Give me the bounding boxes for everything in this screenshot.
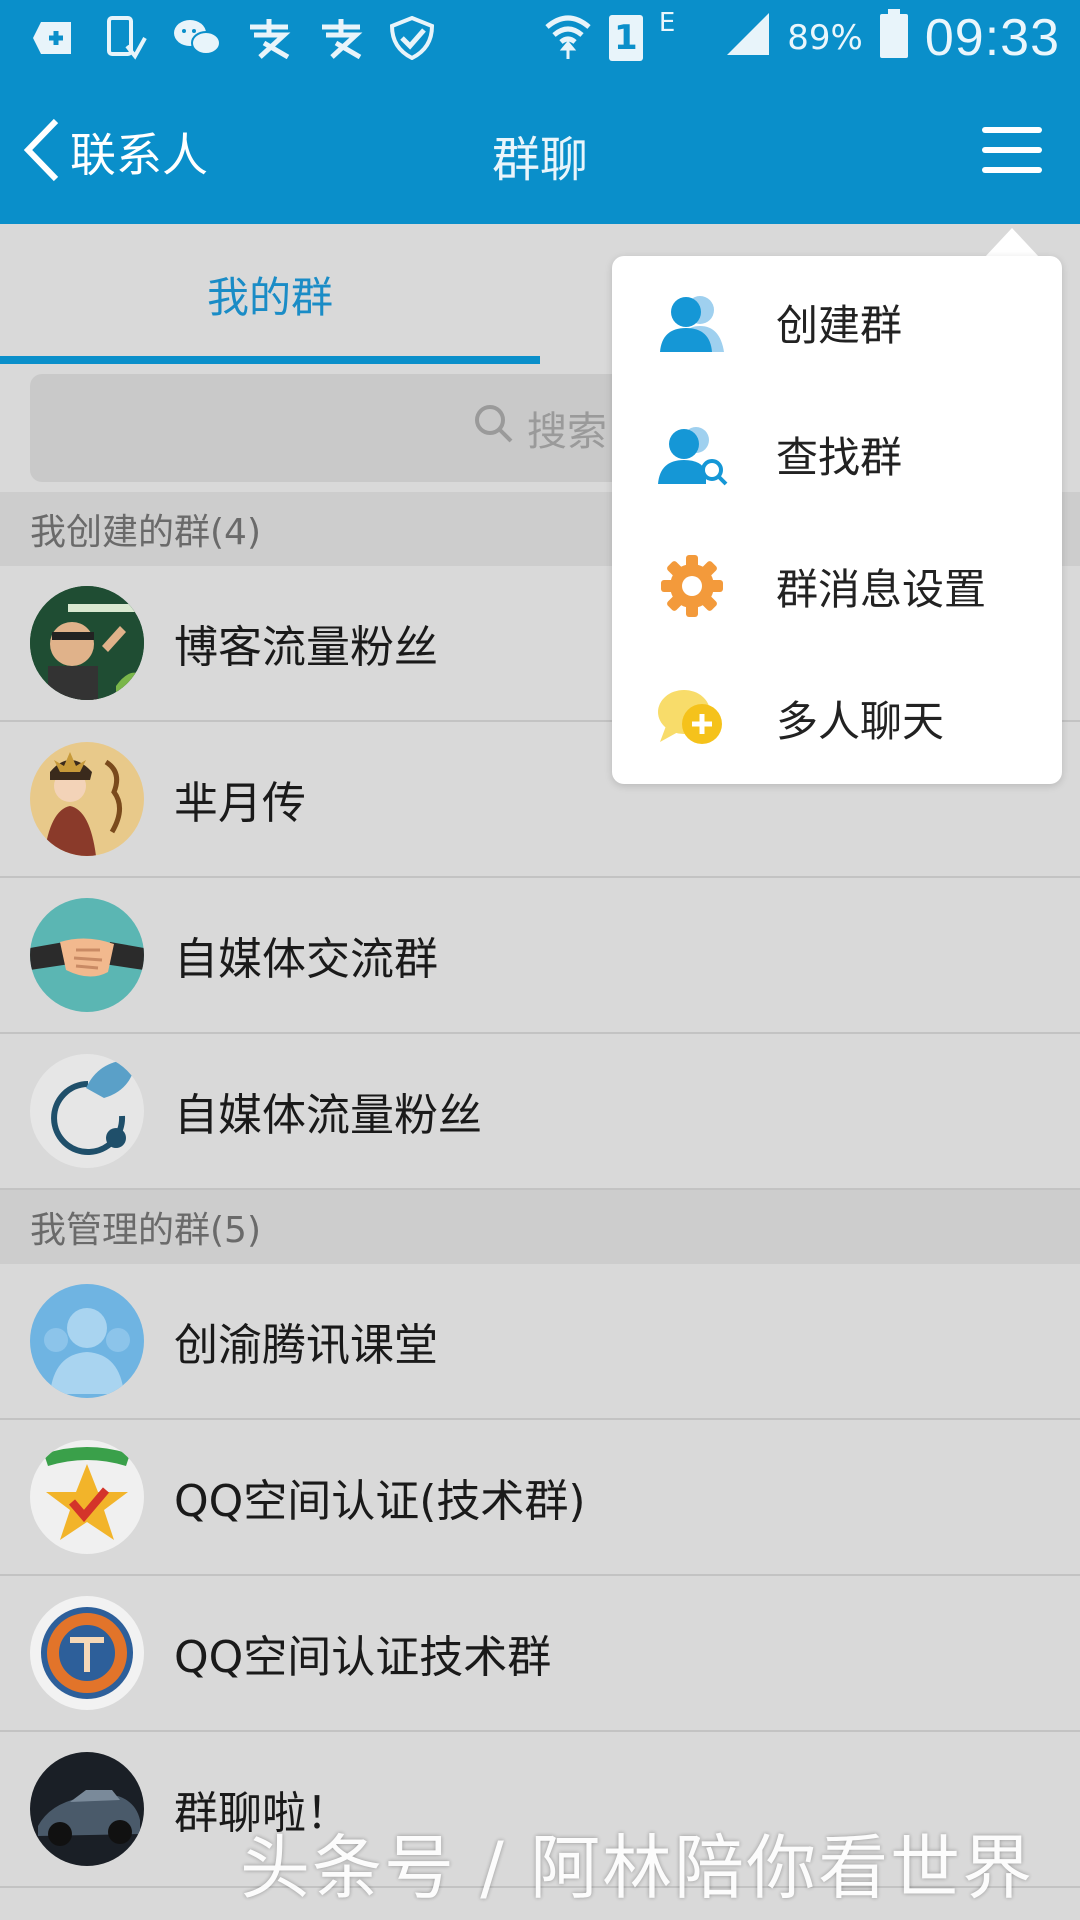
menu-item-find-group[interactable]: 查找群: [612, 388, 1062, 520]
battery-icon: [879, 8, 909, 68]
menu-item-create-group[interactable]: 创建群: [612, 256, 1062, 388]
menu-item-multi-chat[interactable]: 多人聊天: [612, 652, 1062, 784]
tab-my-groups[interactable]: 我的群: [0, 224, 540, 364]
group-name: 创渝腾讯课堂: [174, 1320, 438, 1371]
section-header-managed: 我管理的群(5): [0, 1190, 1080, 1264]
app-header: 联系人 群聊: [0, 76, 1080, 224]
dropdown-arrow: [984, 228, 1040, 258]
sim-icon: 1: [608, 15, 643, 61]
avatar: [30, 742, 144, 856]
list-item[interactable]: 自媒体交流群: [0, 878, 1080, 1034]
gear-icon: [656, 550, 728, 622]
menu-button[interactable]: [980, 120, 1044, 184]
menu-label: 群消息设置: [776, 564, 987, 614]
search-placeholder: 搜索: [527, 409, 607, 455]
list-item[interactable]: 创渝腾讯课堂: [0, 1264, 1080, 1420]
group-name: 芈月传: [174, 778, 306, 829]
avatar: [30, 1752, 144, 1866]
list-item[interactable]: QQ空间认证(技术群): [0, 1420, 1080, 1576]
group-name: 博客流量粉丝: [174, 622, 438, 673]
search-icon: [473, 403, 513, 453]
section-title: 我管理的群(5): [30, 1210, 261, 1251]
search-group-icon: [656, 418, 728, 490]
status-bar: 1 E 89% 09:33: [0, 0, 1080, 76]
menu-label: 创建群: [776, 300, 903, 350]
avatar: [30, 1596, 144, 1710]
menu-label: 查找群: [776, 432, 903, 482]
avatar: [30, 1284, 144, 1398]
network-type: E: [658, 8, 676, 38]
group-name: QQ空间认证(技术群): [174, 1476, 586, 1527]
shield-check-icon: [388, 16, 438, 60]
tab-indicator: [0, 356, 540, 364]
wechat-icon: [172, 16, 222, 60]
section-title: 我创建的群(4): [30, 512, 261, 553]
signal-icon: [725, 11, 771, 66]
notification-phone-icon: [100, 16, 150, 60]
avatar: [30, 1440, 144, 1554]
alipay-icon-2: [316, 16, 366, 60]
add-box-icon: [28, 16, 78, 60]
wifi-icon: [543, 9, 593, 68]
clock: 09:33: [924, 9, 1060, 67]
avatar: [30, 1054, 144, 1168]
tab-label: 我的群: [206, 272, 333, 322]
list-item[interactable]: 自媒体流量粉丝: [0, 1034, 1080, 1190]
menu-item-group-message-settings[interactable]: 群消息设置: [612, 520, 1062, 652]
multi-chat-icon: [656, 682, 728, 754]
group-name: 自媒体交流群: [174, 934, 438, 985]
alipay-icon: [244, 16, 294, 60]
watermark: 头条号 / 阿林陪你看世界: [240, 1827, 1035, 1909]
group-actions-menu: 创建群 查找群 群消息设置 多人聊天: [612, 256, 1062, 784]
avatar: [30, 586, 144, 700]
battery-percent: 89%: [787, 18, 863, 58]
hamburger-icon: [982, 125, 1042, 179]
avatar: [30, 898, 144, 1012]
create-group-icon: [656, 286, 728, 358]
list-item[interactable]: QQ空间认证技术群: [0, 1576, 1080, 1732]
group-name: 自媒体流量粉丝: [174, 1090, 482, 1141]
page-title: 群聊: [491, 132, 588, 188]
group-name: QQ空间认证技术群: [174, 1632, 552, 1683]
menu-label: 多人聊天: [776, 696, 945, 746]
